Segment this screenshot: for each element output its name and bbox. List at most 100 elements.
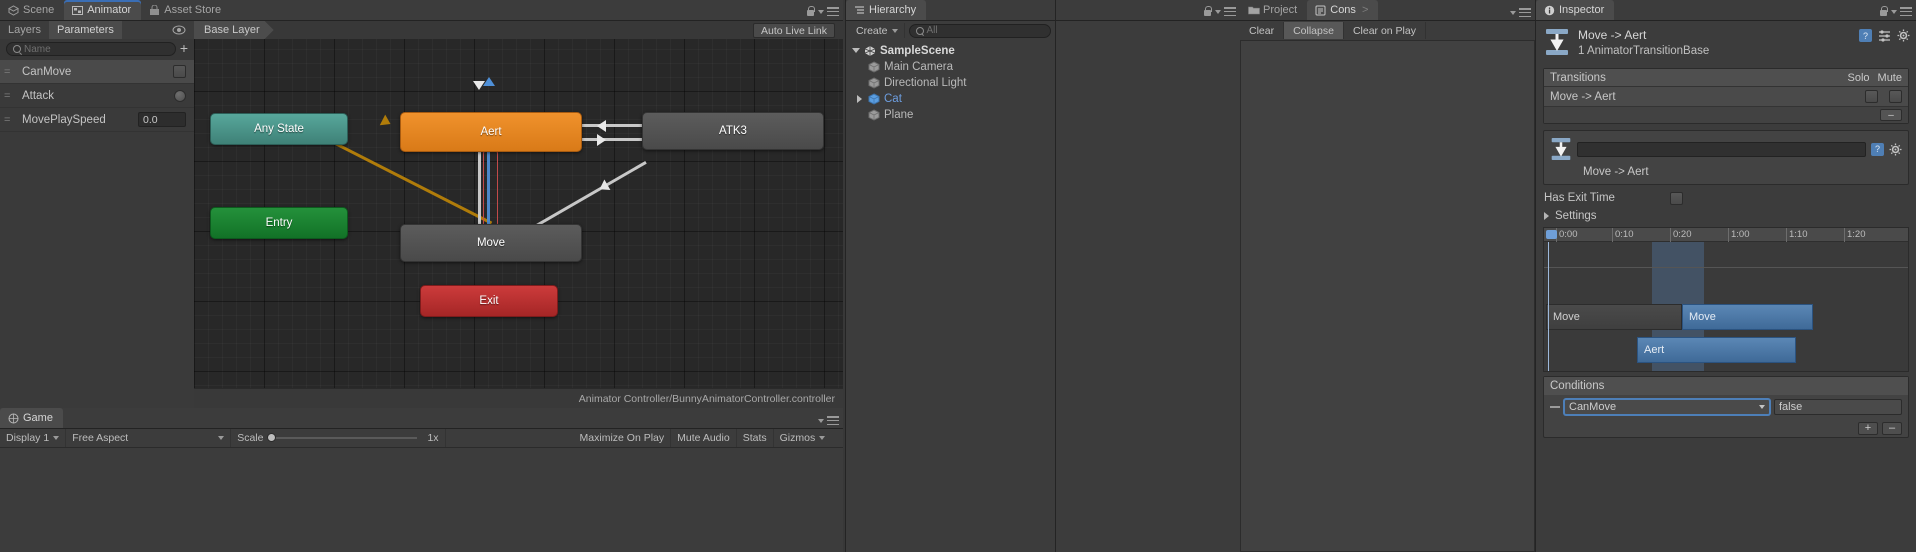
- aspect-dropdown[interactable]: Free Aspect: [66, 429, 232, 447]
- state-node-label: Entry: [265, 217, 293, 229]
- timeline-ruler[interactable]: 0:00 0:10 0:20 1:00 1:10 1:20: [1544, 228, 1908, 242]
- parameter-bool-checkbox[interactable]: [173, 65, 186, 78]
- parameter-trigger-radio[interactable]: [174, 89, 186, 102]
- state-node-exit[interactable]: Exit: [420, 285, 558, 317]
- presets-icon[interactable]: [1878, 29, 1891, 42]
- chevron-down-icon[interactable]: [1891, 9, 1897, 14]
- timeline-tracks[interactable]: Move Move Aert: [1544, 242, 1908, 371]
- drag-handle-icon[interactable]: [1550, 406, 1560, 408]
- condition-parameter-dropdown[interactable]: CanMove: [1564, 399, 1770, 415]
- condition-value-field[interactable]: false: [1774, 399, 1902, 415]
- tab-game[interactable]: Game: [0, 408, 63, 428]
- eye-icon[interactable]: [172, 25, 186, 35]
- foldout-closed-icon[interactable]: [856, 95, 864, 103]
- help-icon[interactable]: ?: [1871, 142, 1884, 156]
- hamburger-menu-icon[interactable]: [827, 7, 839, 16]
- help-icon[interactable]: ?: [1859, 29, 1872, 42]
- edge-aert-to-atk3[interactable]: [582, 138, 644, 141]
- breadcrumb[interactable]: Base Layer: [194, 21, 274, 39]
- hamburger-menu-icon[interactable]: [1900, 7, 1912, 16]
- parameter-search-input[interactable]: Name: [6, 42, 176, 56]
- tab-console[interactable]: Cons >: [1307, 0, 1379, 20]
- solo-checkbox[interactable]: [1865, 90, 1878, 103]
- lock-icon[interactable]: [1879, 6, 1888, 17]
- hamburger-menu-icon[interactable]: [1519, 8, 1531, 17]
- conditions-box: Conditions CanMove false + –: [1543, 376, 1909, 438]
- state-node-aert[interactable]: Aert: [400, 112, 582, 152]
- remove-condition-button[interactable]: –: [1882, 421, 1902, 435]
- chevron-down-icon[interactable]: [1510, 10, 1516, 15]
- clear-on-play-button[interactable]: Clear on Play: [1344, 22, 1426, 39]
- create-button[interactable]: Create: [850, 23, 905, 38]
- animator-state-graph[interactable]: Any State Entry Exit Aert Move ATK3: [194, 21, 843, 388]
- auto-live-link-button[interactable]: Auto Live Link: [753, 23, 835, 38]
- add-condition-button[interactable]: +: [1858, 421, 1878, 435]
- timeline-bar-aert[interactable]: Aert: [1637, 337, 1796, 363]
- state-node-any-state[interactable]: Any State: [210, 113, 348, 145]
- foldout-closed-icon[interactable]: [1544, 212, 1549, 220]
- parameter-float-input[interactable]: 0.0: [138, 112, 186, 127]
- foldout-open-icon[interactable]: [852, 47, 860, 55]
- transition-timeline[interactable]: 0:00 0:10 0:20 1:00 1:10 1:20 Move Move …: [1543, 227, 1909, 372]
- tab-asset-store[interactable]: Asset Store: [141, 0, 231, 20]
- transition-row[interactable]: Move -> Aert: [1544, 87, 1908, 107]
- stats-button[interactable]: Stats: [737, 429, 774, 447]
- subtab-parameters[interactable]: Parameters: [49, 21, 122, 39]
- scale-slider-knob[interactable]: [267, 433, 277, 442]
- tab-animator[interactable]: Animator: [64, 0, 142, 20]
- drag-handle-icon[interactable]: =: [4, 90, 16, 102]
- parameter-row-moveplayspeed[interactable]: = MovePlaySpeed 0.0: [0, 108, 194, 132]
- settings-foldout-row[interactable]: Settings: [1536, 207, 1916, 225]
- gear-icon[interactable]: [1889, 143, 1902, 156]
- clear-button[interactable]: Clear: [1240, 22, 1285, 39]
- edge-atk3-to-aert[interactable]: [582, 124, 644, 127]
- state-node-atk3[interactable]: ATK3: [642, 112, 824, 150]
- state-node-move[interactable]: Move: [400, 224, 582, 262]
- mute-audio-button[interactable]: Mute Audio: [671, 429, 737, 447]
- chevron-down-icon[interactable]: [818, 418, 824, 423]
- scale-slider-group[interactable]: Scale 1x: [231, 429, 446, 447]
- edge-aert-to-move[interactable]: [478, 152, 481, 224]
- subtab-layers[interactable]: Layers: [0, 21, 49, 39]
- has-exit-time-row[interactable]: Has Exit Time: [1536, 189, 1916, 207]
- gizmos-button[interactable]: Gizmos: [774, 429, 832, 447]
- display-dropdown[interactable]: Display 1: [0, 429, 67, 447]
- hierarchy-item-samplescene[interactable]: SampleScene: [846, 43, 1055, 59]
- drag-handle-icon[interactable]: =: [4, 114, 16, 126]
- chevron-down-icon[interactable]: [818, 9, 824, 14]
- hamburger-menu-icon[interactable]: [1224, 7, 1236, 16]
- hierarchy-item-main-camera[interactable]: Main Camera: [846, 59, 1055, 75]
- console-message-list[interactable]: [1240, 40, 1535, 552]
- parameter-row-attack[interactable]: = Attack: [0, 84, 194, 108]
- timeline-bar-move-source[interactable]: Move: [1546, 304, 1682, 330]
- timeline-playhead[interactable]: [1548, 242, 1549, 371]
- maximize-on-play-button[interactable]: Maximize On Play: [574, 429, 672, 447]
- hierarchy-item-plane[interactable]: Plane: [846, 107, 1055, 123]
- lock-icon[interactable]: [1203, 6, 1212, 17]
- remove-transition-button[interactable]: –: [1880, 109, 1902, 121]
- condition-parameter-label: CanMove: [1569, 401, 1617, 413]
- has-exit-time-checkbox[interactable]: [1670, 191, 1683, 205]
- scale-slider[interactable]: [267, 433, 418, 442]
- hierarchy-item-directional-light[interactable]: Directional Light: [846, 75, 1055, 91]
- lock-icon[interactable]: [806, 6, 815, 17]
- hierarchy-item-cat[interactable]: Cat: [846, 91, 1055, 107]
- hamburger-menu-icon[interactable]: [827, 416, 839, 425]
- parameter-row-canmove[interactable]: = CanMove: [0, 60, 194, 84]
- timeline-playhead-knob[interactable]: [1546, 230, 1557, 239]
- hierarchy-search-input[interactable]: All: [908, 23, 1051, 38]
- tab-inspector[interactable]: Inspector: [1536, 0, 1615, 20]
- add-parameter-button[interactable]: +: [180, 41, 188, 57]
- tab-hierarchy[interactable]: Hierarchy: [846, 0, 927, 20]
- gear-icon[interactable]: [1897, 29, 1910, 42]
- game-view-canvas[interactable]: [0, 448, 843, 552]
- chevron-down-icon[interactable]: [1215, 9, 1221, 14]
- mute-checkbox[interactable]: [1889, 90, 1902, 103]
- tab-scene[interactable]: Scene: [0, 0, 64, 20]
- drag-handle-icon[interactable]: =: [4, 66, 16, 78]
- transition-name-input[interactable]: [1577, 141, 1866, 157]
- tab-project[interactable]: Project: [1240, 0, 1307, 20]
- collapse-button[interactable]: Collapse: [1284, 22, 1344, 39]
- state-node-entry[interactable]: Entry: [210, 207, 348, 239]
- timeline-bar-move-dest[interactable]: Move: [1682, 304, 1813, 330]
